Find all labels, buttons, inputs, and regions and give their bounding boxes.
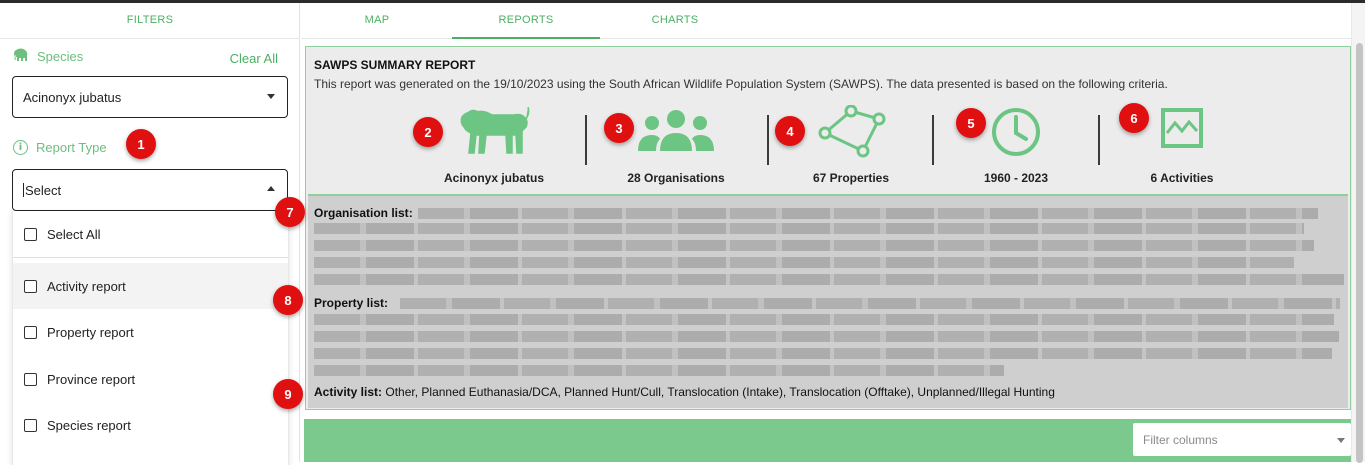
redacted-text: [418, 208, 1318, 219]
filters-sidebar: FILTERS Species Clear All Acinonyx jubat…: [0, 3, 300, 465]
activity-list-text: Other, Planned Euthanasia/DCA, Planned H…: [385, 385, 1055, 399]
people-group-icon: [636, 105, 716, 162]
chevron-down-icon: [267, 94, 275, 99]
annotation-badge-5: 5: [956, 108, 986, 138]
species-select-value: Acinonyx jubatus: [23, 89, 122, 105]
divider: [1098, 115, 1100, 165]
checkbox[interactable]: [24, 325, 37, 339]
option-property-report[interactable]: Property report: [13, 309, 288, 355]
report-type-dropdown: Select All Activity report Property repo…: [12, 211, 289, 465]
report-title: SAWPS SUMMARY REPORT: [314, 58, 476, 72]
annotation-badge-6: 6: [1119, 103, 1149, 133]
report-type-label-row: i Report Type: [13, 140, 107, 155]
stat-species: Acinonyx jubatus: [424, 103, 564, 187]
divider: [932, 115, 934, 165]
annotation-badge-8: 8: [273, 285, 303, 315]
annotation-badge-4: 4: [775, 116, 805, 146]
stat-organisations-label: 28 Organisations: [627, 171, 725, 185]
species-label-row: Species: [13, 47, 83, 65]
organisation-list-label: Organisation list:: [314, 206, 413, 220]
tab-charts[interactable]: CHARTS: [601, 3, 749, 39]
redacted-text: [400, 298, 1340, 309]
redacted-text: [314, 223, 1304, 234]
option-select-all[interactable]: Select All: [13, 211, 288, 257]
annotation-badge-7: 7: [275, 197, 305, 227]
redacted-text: [314, 331, 1339, 342]
cheetah-icon: [456, 105, 532, 162]
species-select[interactable]: Acinonyx jubatus: [12, 76, 288, 118]
chevron-down-icon: [1337, 438, 1345, 443]
option-label: Species report: [47, 417, 131, 433]
option-label: Activity report: [47, 278, 126, 294]
redacted-text: [314, 365, 1004, 376]
scrollbar-thumb[interactable]: [1356, 43, 1363, 463]
option-activity-report[interactable]: Activity report: [13, 263, 288, 309]
info-icon: i: [13, 140, 28, 155]
redacted-text: [314, 257, 1294, 268]
checkbox[interactable]: [24, 418, 37, 432]
redacted-text: [314, 314, 1334, 325]
summary-report: SAWPS SUMMARY REPORT This report was gen…: [305, 46, 1351, 410]
tab-filters[interactable]: FILTERS: [0, 3, 300, 39]
option-province-report[interactable]: Province report: [13, 356, 288, 402]
divider: [13, 257, 288, 258]
annotation-badge-2: 2: [413, 117, 443, 147]
checkbox[interactable]: [24, 227, 37, 241]
property-polygon-icon: [815, 104, 887, 166]
annotation-badge-9: 9: [273, 379, 303, 409]
tab-reports[interactable]: REPORTS: [452, 3, 600, 39]
property-list-label: Property list:: [314, 296, 389, 310]
report-type-select[interactable]: Select: [12, 169, 288, 211]
main-tabs: MAP REPORTS CHARTS: [301, 3, 1351, 39]
stat-activities-label: 6 Activities: [1150, 171, 1214, 185]
divider: [767, 115, 769, 165]
activity-chart-icon: [1160, 105, 1204, 154]
stat-properties: 67 Properties: [781, 103, 921, 187]
criteria-lists: Organisation list: Property list: Activi…: [308, 194, 1348, 408]
tab-map[interactable]: MAP: [301, 3, 453, 39]
option-label: Property report: [47, 324, 134, 340]
filter-columns-select[interactable]: Filter columns: [1133, 423, 1351, 456]
redacted-text: [314, 348, 1332, 359]
species-label: Species: [37, 48, 84, 64]
option-species-report[interactable]: Species report: [13, 402, 288, 448]
redacted-text: [314, 274, 1344, 285]
filter-columns-placeholder: Filter columns: [1143, 432, 1218, 447]
checkbox[interactable]: [24, 372, 37, 386]
annotation-badge-1: 1: [126, 129, 156, 159]
clock-icon: [989, 105, 1043, 164]
stat-years-label: 1960 - 2023: [983, 171, 1049, 185]
redacted-text: [314, 240, 1314, 251]
divider: [585, 115, 587, 165]
checkbox[interactable]: [24, 279, 37, 293]
activity-list-label: Activity list: Other, Planned Euthanasia…: [314, 385, 1055, 399]
stat-properties-label: 67 Properties: [812, 171, 890, 185]
report-description: This report was generated on the 19/10/2…: [314, 77, 1168, 91]
report-type-placeholder: Select: [25, 182, 62, 198]
scrollbar[interactable]: [1351, 3, 1365, 463]
report-type-label: Report Type: [36, 140, 107, 155]
stat-species-label: Acinonyx jubatus: [443, 171, 544, 185]
clear-all-button[interactable]: Clear All: [230, 51, 278, 66]
option-label: Select All: [47, 226, 101, 242]
annotation-badge-3: 3: [604, 113, 634, 143]
chevron-up-icon: [267, 186, 275, 191]
elephant-icon: [13, 48, 29, 65]
option-label: Province report: [47, 371, 136, 387]
text-cursor: [23, 183, 24, 197]
